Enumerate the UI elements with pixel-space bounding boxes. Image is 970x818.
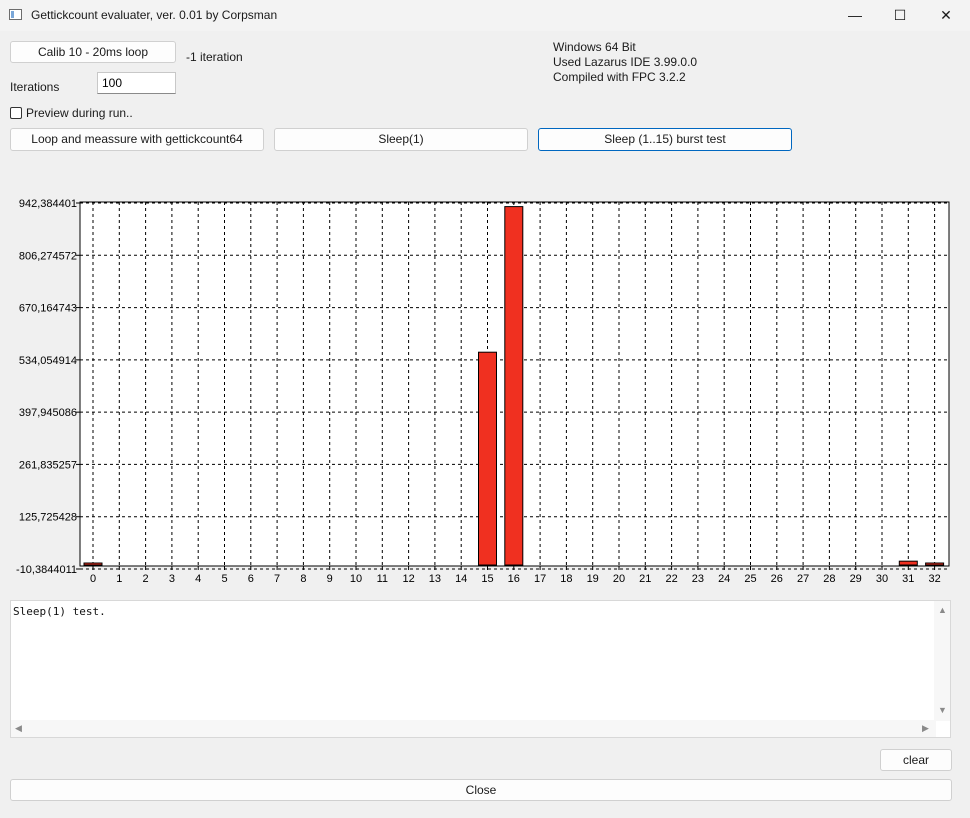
x-tick-label: 22 (665, 573, 677, 585)
x-tick-label: 14 (455, 573, 467, 585)
loop-measure-button[interactable]: Loop and meassure with gettickcount64 (10, 128, 264, 151)
x-tick-label: 8 (300, 573, 306, 585)
iterations-label: Iterations (10, 80, 60, 94)
info-ide: Used Lazarus IDE 3.99.0.0 (553, 55, 698, 69)
x-tick-label: 1 (116, 573, 122, 585)
close-window-button[interactable]: ✕ (923, 0, 969, 31)
y-tick-label: 397,945086 (19, 407, 77, 419)
vertical-scrollbar[interactable]: ▲ ▼ (934, 601, 950, 721)
y-tick-label: 261,835257 (19, 459, 77, 471)
x-tick-label: 26 (771, 573, 783, 585)
y-tick-label: -10,3844011 (16, 564, 77, 576)
x-tick-label: 11 (377, 573, 388, 585)
y-tick-label: 125,725428 (19, 512, 77, 524)
y-tick-label: 806,274572 (19, 250, 77, 262)
bar (925, 562, 945, 566)
y-tick-label: 534,054914 (19, 355, 77, 367)
x-tick-label: 15 (481, 573, 493, 585)
burst-test-button[interactable]: Sleep (1..15) burst test (538, 128, 792, 151)
x-tick-label: 18 (560, 573, 572, 585)
iterations-input[interactable]: 100 (97, 72, 176, 94)
info-os: Windows 64 Bit (553, 40, 636, 54)
scroll-down-icon[interactable]: ▼ (938, 705, 947, 715)
preview-checkbox[interactable] (10, 107, 22, 119)
log-text: Sleep(1) test. (13, 605, 106, 618)
x-tick-label: 17 (534, 573, 546, 585)
x-tick-label: 2 (143, 573, 149, 585)
x-tick-label: 16 (508, 573, 520, 585)
close-button[interactable]: Close (10, 779, 952, 801)
x-tick-label: 6 (248, 573, 254, 585)
y-tick-label: 670,164743 (19, 303, 77, 315)
x-tick-label: 10 (350, 573, 362, 585)
log-memo[interactable]: Sleep(1) test. ▲ ▼ ◀ ▶ (10, 600, 951, 738)
x-tick-label: 3 (169, 573, 175, 585)
x-tick-label: 7 (274, 573, 280, 585)
horizontal-scrollbar[interactable]: ◀ ▶ (11, 720, 936, 737)
x-tick-label: 25 (744, 573, 756, 585)
x-tick-label: 23 (692, 573, 704, 585)
iteration-status: -1 iteration (186, 50, 243, 64)
x-tick-label: 30 (876, 573, 888, 585)
x-tick-label: 32 (928, 573, 940, 585)
x-tick-label: 31 (902, 573, 914, 585)
minimize-button[interactable]: — (832, 0, 878, 31)
bar (898, 560, 918, 566)
x-tick-label: 12 (402, 573, 414, 585)
x-tick-label: 21 (639, 573, 651, 585)
x-tick-label: 4 (195, 573, 201, 585)
x-tick-label: 28 (823, 573, 835, 585)
sleep-button[interactable]: Sleep(1) (274, 128, 528, 151)
maximize-button[interactable]: ☐ (877, 0, 923, 31)
x-tick-label: 19 (587, 573, 599, 585)
x-tick-label: 5 (221, 573, 227, 585)
bar (478, 351, 497, 566)
scroll-up-icon[interactable]: ▲ (938, 605, 947, 615)
bar (83, 562, 103, 566)
x-tick-label: 29 (850, 573, 862, 585)
title-bar: Gettickcount evaluater, ver. 0.01 by Cor… (0, 0, 970, 31)
x-tick-label: 13 (429, 573, 441, 585)
x-tick-label: 20 (613, 573, 625, 585)
preview-label: Preview during run.. (26, 106, 133, 120)
window-title: Gettickcount evaluater, ver. 0.01 by Cor… (31, 8, 278, 22)
x-tick-label: 0 (90, 573, 96, 585)
clear-button[interactable]: clear (880, 749, 952, 771)
info-compiler: Compiled with FPC 3.2.2 (553, 70, 686, 84)
calib-button[interactable]: Calib 10 - 20ms loop (10, 41, 176, 63)
scroll-right-icon[interactable]: ▶ (922, 723, 929, 733)
bar (504, 206, 524, 566)
app-icon (9, 9, 22, 20)
x-tick-label: 27 (797, 573, 809, 585)
scroll-left-icon[interactable]: ◀ (15, 723, 22, 733)
x-tick-label: 9 (327, 573, 333, 585)
y-tick-label: 942,384401 (19, 198, 77, 210)
histogram-chart: 0 1 2 3 4 5 6 7 8 9 10 11 12 13 14 15 16 17 18 19 20 21 22 23 24… (16, 198, 950, 585)
x-tick-label: 24 (718, 573, 730, 585)
